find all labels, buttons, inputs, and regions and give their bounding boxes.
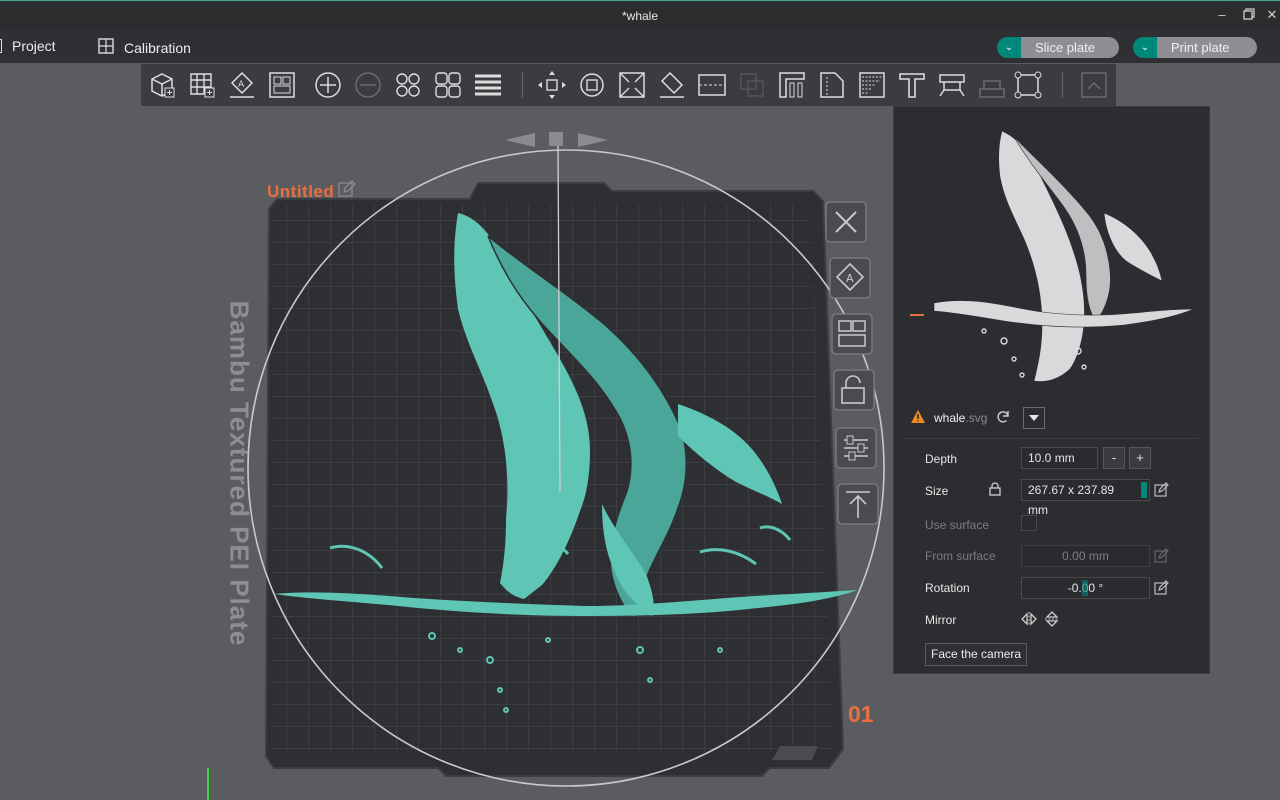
size-value: 267.67 x 237.89 mm — [1028, 483, 1115, 517]
color-paint-icon[interactable] — [856, 69, 888, 101]
rotation-label: Rotation — [925, 581, 970, 595]
plate-type-label-box: Bambu Textured PEI Plate — [209, 298, 269, 648]
size-input[interactable]: 267.67 x 237.89 mm — [1021, 479, 1150, 517]
layers-icon[interactable] — [472, 69, 504, 101]
move-icon[interactable] — [536, 69, 568, 101]
lay-on-face-icon[interactable] — [656, 69, 688, 101]
arrange-plate-icon[interactable] — [830, 312, 874, 361]
rotation-input-caret — [1082, 580, 1088, 596]
depth-decrement-button[interactable]: - — [1103, 447, 1125, 469]
use-surface-label: Use surface — [925, 518, 990, 532]
print-plate-button[interactable]: ⌄ Print plate — [1133, 37, 1257, 58]
file-ext: .svg — [965, 411, 988, 425]
file-dropdown[interactable] — [1023, 407, 1046, 429]
slice-plate-button[interactable]: ⌄ Slice plate — [997, 37, 1119, 58]
fit-view-icon[interactable] — [1012, 69, 1044, 101]
panel-divider — [904, 438, 1199, 439]
toolbar-divider — [1062, 72, 1063, 98]
plate-type-label: Bambu Textured PEI Plate — [224, 300, 255, 646]
print-plate-label: Print plate — [1157, 37, 1257, 58]
from-surface-input[interactable]: 0.00 mm — [1021, 545, 1150, 567]
face-camera-button[interactable]: Face the camera — [925, 643, 1028, 666]
split-objects-icon[interactable] — [312, 69, 344, 101]
file-name: whale — [934, 411, 966, 425]
project-icon — [0, 39, 2, 53]
reload-icon[interactable] — [995, 409, 1011, 428]
edit-rotation-icon[interactable] — [1154, 580, 1170, 596]
seam-paint-icon[interactable] — [816, 69, 848, 101]
auto-orient-plate-icon[interactable]: A — [828, 256, 872, 305]
window-title: *whale — [621, 9, 659, 23]
from-surface-label: From surface — [925, 549, 996, 563]
plate-corner-mark — [772, 746, 818, 760]
calibration-icon — [98, 38, 114, 57]
auto-orient-icon[interactable]: A — [226, 69, 258, 101]
plate-number: 01 — [848, 701, 874, 727]
calibration-label: Calibration — [124, 39, 191, 56]
split-parts-icon[interactable] — [352, 69, 384, 101]
plate-settings-icon[interactable] — [432, 69, 464, 101]
file-row: whale .svg — [910, 407, 1046, 429]
svg-text:A: A — [238, 80, 245, 90]
calibration-menu[interactable]: Calibration — [98, 38, 191, 57]
edit-size-icon[interactable] — [1154, 482, 1170, 498]
measure-icon[interactable] — [936, 69, 968, 101]
depth-label: Depth — [925, 452, 958, 466]
rotation-input[interactable]: -0.00 ° — [1021, 577, 1150, 599]
project-menu[interactable]: Project — [0, 38, 56, 54]
add-object-icon[interactable] — [146, 69, 178, 101]
rotate-icon[interactable] — [576, 69, 608, 101]
svg-preview — [904, 121, 1200, 391]
svg-text:A: A — [846, 272, 854, 285]
mirror-vertical-icon[interactable] — [1044, 611, 1060, 632]
gizmo-arrow-left[interactable] — [505, 133, 535, 147]
size-label: Size — [925, 484, 949, 498]
minimize-icon[interactable]: – — [1214, 7, 1230, 23]
text-icon[interactable] — [896, 69, 928, 101]
collapse-toolbar-icon[interactable] — [1078, 69, 1110, 101]
gizmo-arrow-right[interactable] — [578, 133, 608, 147]
assembly-icon[interactable] — [976, 69, 1008, 101]
object-panel: whale .svg Depth 10.0 mm - + Size 267.67… — [893, 106, 1210, 674]
slice-plate-label: Slice plate — [1021, 37, 1119, 58]
title-bar: *whale – ✕ — [0, 0, 1280, 30]
plate-name: Untitled — [267, 181, 335, 201]
plate-name-row[interactable]: Untitled — [267, 180, 357, 203]
lock-icon[interactable] — [989, 482, 1001, 501]
add-plate-icon[interactable] — [186, 69, 218, 101]
chevron-down-icon — [1029, 415, 1040, 421]
boolean-icon[interactable] — [736, 69, 768, 101]
scale-icon[interactable] — [616, 69, 648, 101]
depth-increment-button[interactable]: + — [1129, 447, 1151, 469]
chevron-down-icon[interactable]: ⌄ — [997, 37, 1021, 58]
warning-icon[interactable] — [910, 409, 926, 427]
edit-icon[interactable] — [338, 180, 357, 203]
chevron-down-icon[interactable]: ⌄ — [1133, 37, 1157, 58]
move-to-top-icon[interactable] — [836, 482, 880, 531]
cut-icon[interactable] — [696, 69, 728, 101]
whale-preview-image — [933, 130, 1195, 382]
use-surface-checkbox[interactable] — [1021, 515, 1037, 531]
mirror-label: Mirror — [925, 613, 957, 627]
edit-from-surface-icon[interactable] — [1154, 548, 1170, 564]
toolbar-divider — [522, 72, 523, 98]
close-plate-icon[interactable] — [824, 200, 868, 249]
restore-icon[interactable] — [1241, 7, 1257, 23]
arrange-icon[interactable] — [266, 69, 298, 101]
project-label: Project — [12, 38, 56, 54]
support-paint-icon[interactable] — [776, 69, 808, 101]
main-toolbar: A — [141, 64, 1116, 106]
lock-plate-icon[interactable] — [832, 368, 876, 417]
gizmo-handle[interactable] — [549, 132, 563, 146]
plate-settings-icon[interactable] — [834, 426, 878, 475]
mirror-horizontal-icon[interactable] — [1021, 611, 1037, 632]
size-input-caret — [1141, 482, 1147, 498]
depth-input[interactable]: 10.0 mm — [1021, 447, 1098, 469]
close-icon[interactable]: ✕ — [1264, 7, 1280, 23]
layers-variable-icon[interactable] — [392, 69, 424, 101]
